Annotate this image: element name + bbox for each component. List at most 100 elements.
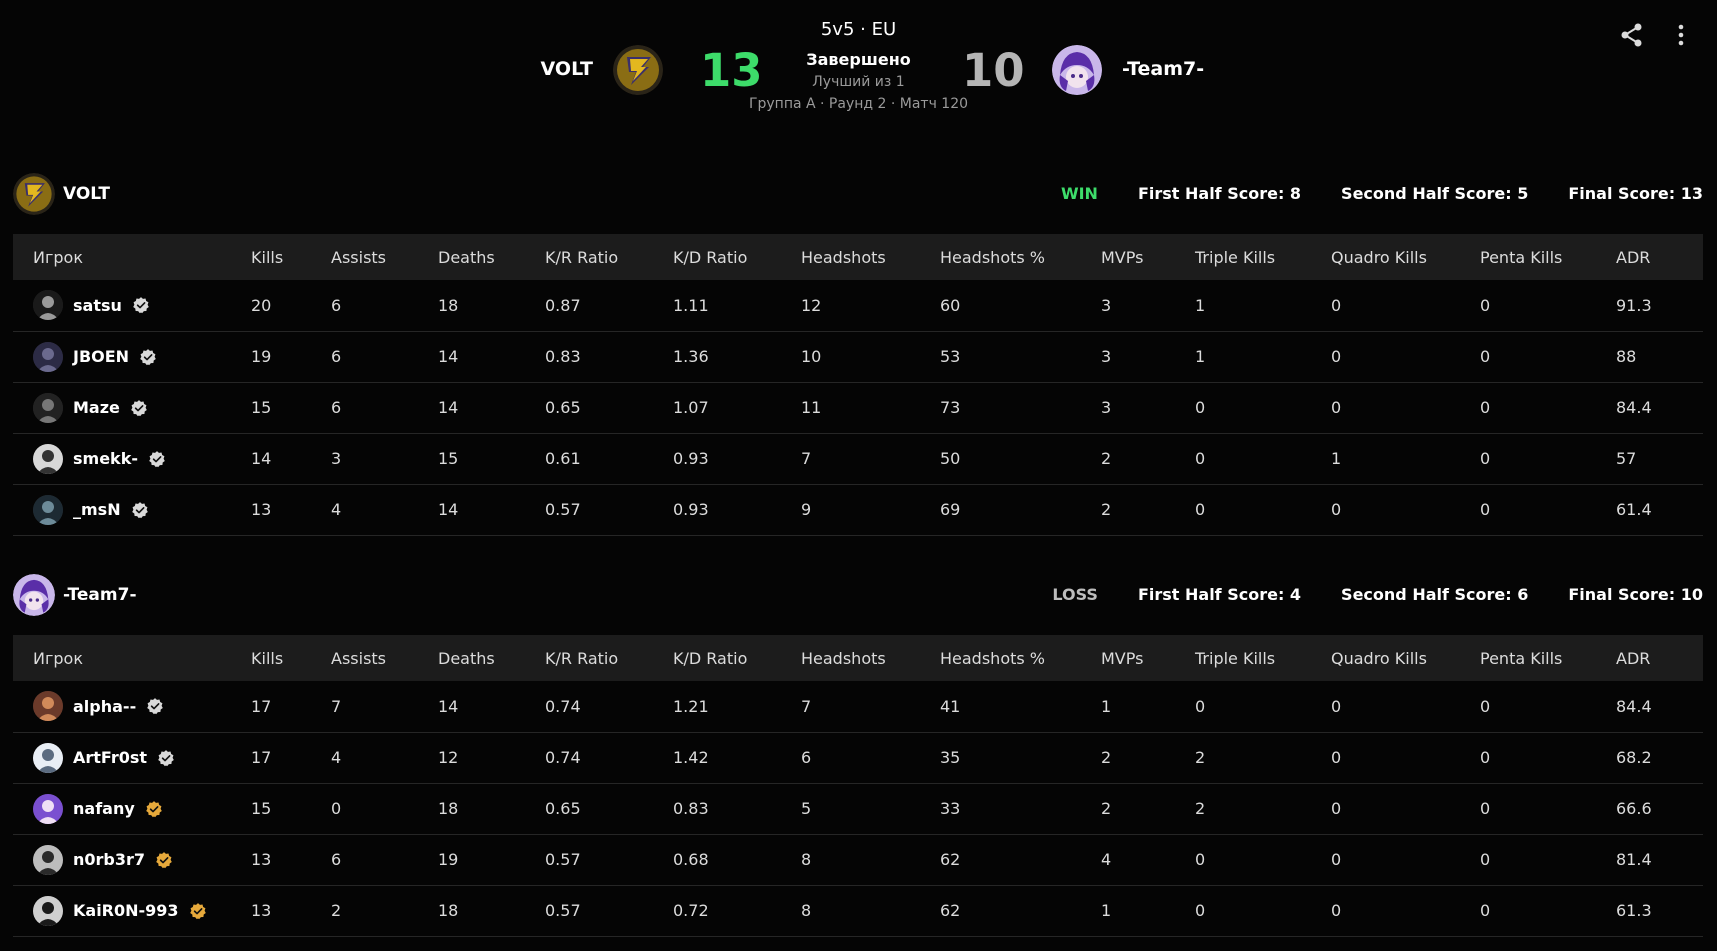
team7-logo-icon[interactable] — [13, 574, 55, 616]
player-name[interactable]: ArtFr0st — [73, 748, 147, 767]
stat-kills: 19 — [251, 347, 272, 366]
stat-kd-ratio: 0.93 — [673, 449, 709, 468]
team-score-summary: WIN First Half Score: 8 Second Half Scor… — [1061, 184, 1703, 203]
stat-kills: 15 — [251, 799, 272, 818]
player-name[interactable]: alpha-- — [73, 697, 136, 716]
stat-penta-kills: 0 — [1480, 347, 1491, 366]
player-cell[interactable]: nafany — [13, 793, 251, 824]
stat-headshots-pct: 53 — [940, 347, 961, 366]
stat-assists: 6 — [331, 850, 342, 869]
col-deaths[interactable]: Deaths — [438, 234, 545, 280]
col-quadro-kills[interactable]: Quadro Kills — [1331, 234, 1480, 280]
table-header-row: Игрок Kills Assists Deaths K/R Ratio K/D… — [13, 234, 1703, 280]
stat-quadro-kills: 0 — [1331, 696, 1342, 716]
player-cell[interactable]: alpha-- — [13, 691, 251, 722]
player-name[interactable]: JBOEN — [73, 347, 129, 366]
col-headshots[interactable]: Headshots — [801, 234, 940, 280]
stat-headshots-pct: 62 — [940, 850, 961, 869]
stat-triple-kills: 0 — [1195, 398, 1206, 417]
stat-penta-kills: 0 — [1480, 696, 1491, 716]
table-row: nafany 15 0 18 0.65 0.83 5 33 2 2 0 0 66.6 — [13, 783, 1703, 834]
volt-logo-icon[interactable] — [13, 173, 55, 215]
col-triple-kills[interactable]: Triple Kills — [1195, 635, 1331, 681]
stat-kills: 17 — [251, 748, 272, 767]
col-kd-ratio[interactable]: K/D Ratio — [673, 635, 801, 681]
col-quadro-kills[interactable]: Quadro Kills — [1331, 635, 1480, 681]
match-header: 5v5 · EU VOLT 13 Завершено Лучший из 1 Г… — [0, 0, 1717, 130]
verified-badge-icon — [148, 450, 166, 468]
player-cell[interactable]: JBOEN — [13, 341, 251, 372]
player-cell[interactable]: KaiR0N-993 — [13, 895, 251, 926]
col-player[interactable]: Игрок — [13, 635, 251, 681]
col-penta-kills[interactable]: Penta Kills — [1480, 635, 1616, 681]
col-kr-ratio[interactable]: K/R Ratio — [545, 635, 673, 681]
avatar[interactable] — [33, 844, 63, 875]
team-name[interactable]: -Team7- — [63, 585, 137, 605]
player-name[interactable]: _msN — [73, 500, 121, 519]
col-assists[interactable]: Assists — [331, 635, 438, 681]
stat-mvps: 2 — [1101, 500, 1112, 519]
stat-triple-kills: 2 — [1195, 748, 1206, 767]
col-adr[interactable]: ADR — [1616, 234, 1703, 280]
col-kd-ratio[interactable]: K/D Ratio — [673, 234, 801, 280]
table-row: _msN 13 4 14 0.57 0.93 9 69 2 0 0 0 61.4 — [13, 484, 1703, 535]
stat-kd-ratio: 1.36 — [673, 347, 709, 366]
avatar[interactable] — [33, 793, 63, 824]
player-name[interactable]: satsu — [73, 296, 122, 315]
avatar[interactable] — [33, 895, 63, 926]
team7-logo-icon[interactable] — [1052, 45, 1102, 95]
player-cell[interactable]: smekk- — [13, 443, 251, 474]
stat-assists: 6 — [331, 398, 342, 417]
col-player[interactable]: Игрок — [13, 234, 251, 280]
col-triple-kills[interactable]: Triple Kills — [1195, 234, 1331, 280]
col-kills[interactable]: Kills — [251, 234, 331, 280]
player-name[interactable]: KaiR0N-993 — [73, 901, 179, 920]
avatar[interactable] — [33, 691, 63, 722]
stat-deaths: 14 — [438, 347, 459, 366]
avatar[interactable] — [33, 341, 63, 372]
avatar[interactable] — [33, 494, 63, 525]
more-vertical-icon[interactable] — [1669, 20, 1693, 50]
avatar[interactable] — [33, 392, 63, 423]
col-mvps[interactable]: MVPs — [1101, 234, 1195, 280]
col-kr-ratio[interactable]: K/R Ratio — [545, 234, 673, 280]
col-headshots[interactable]: Headshots — [801, 635, 940, 681]
player-cell[interactable]: n0rb3r7 — [13, 844, 251, 875]
col-deaths[interactable]: Deaths — [438, 635, 545, 681]
player-name[interactable]: Maze — [73, 398, 120, 417]
col-assists[interactable]: Assists — [331, 234, 438, 280]
col-mvps[interactable]: MVPs — [1101, 635, 1195, 681]
player-cell[interactable]: _msN — [13, 494, 251, 525]
col-adr[interactable]: ADR — [1616, 635, 1703, 681]
avatar[interactable] — [33, 742, 63, 773]
team-name[interactable]: VOLT — [63, 184, 110, 204]
right-team-name[interactable]: -Team7- — [1122, 58, 1204, 80]
second-half-score: Second Half Score: 5 — [1341, 184, 1529, 203]
col-headshots-pct[interactable]: Headshots % — [940, 635, 1101, 681]
player-name[interactable]: n0rb3r7 — [73, 850, 145, 869]
player-cell[interactable]: ArtFr0st — [13, 742, 251, 773]
first-half-score: First Half Score: 4 — [1137, 585, 1302, 604]
stat-kr-ratio: 0.65 — [545, 398, 581, 417]
stat-headshots-pct: 73 — [940, 398, 961, 417]
stat-assists: 6 — [331, 295, 342, 315]
col-penta-kills[interactable]: Penta Kills — [1480, 234, 1616, 280]
player-name[interactable]: smekk- — [73, 449, 138, 468]
avatar[interactable] — [33, 443, 63, 474]
stat-headshots: 7 — [801, 696, 812, 716]
stat-kr-ratio: 0.65 — [545, 799, 581, 818]
player-name[interactable]: nafany — [73, 799, 135, 818]
player-cell[interactable]: Maze — [13, 392, 251, 423]
avatar[interactable] — [33, 290, 63, 321]
stat-kd-ratio: 0.93 — [673, 500, 709, 519]
player-cell[interactable]: satsu — [13, 290, 251, 321]
stat-mvps: 3 — [1101, 347, 1112, 366]
stat-quadro-kills: 0 — [1331, 500, 1342, 519]
col-headshots-pct[interactable]: Headshots % — [940, 234, 1101, 280]
stat-triple-kills: 0 — [1195, 901, 1206, 920]
stat-headshots: 6 — [801, 748, 812, 767]
share-icon[interactable] — [1617, 20, 1647, 50]
col-kills[interactable]: Kills — [251, 635, 331, 681]
stat-kr-ratio: 0.83 — [545, 347, 581, 366]
stat-triple-kills: 0 — [1195, 500, 1206, 519]
